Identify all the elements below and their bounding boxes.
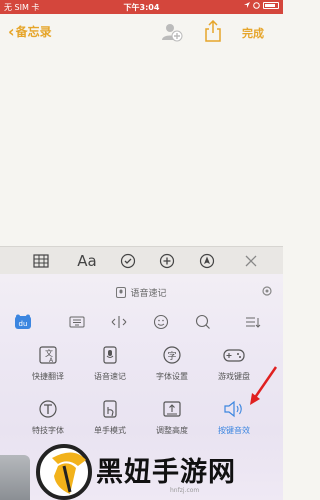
grid-label: 语音速记 [94, 372, 126, 381]
one-hand-icon [99, 398, 121, 420]
svg-text:字: 字 [167, 350, 176, 362]
back-label: 备忘录 [15, 25, 52, 39]
du-logo-icon[interactable]: du [14, 313, 32, 331]
chevron-left-icon: ‹ [8, 21, 15, 41]
voice-note-icon [99, 344, 121, 366]
collapse-icon[interactable] [244, 313, 262, 331]
keyboard-toolbar: du [0, 310, 283, 334]
voice-note-label: 语音速记 [130, 288, 167, 299]
location-icon [244, 2, 250, 8]
search-icon[interactable] [194, 313, 212, 331]
annotation-arrow [250, 366, 278, 405]
table-icon[interactable] [30, 251, 52, 271]
grid-label: 快捷翻译 [32, 372, 64, 381]
svg-text:du: du [19, 320, 28, 328]
grid-label: 调整高度 [156, 426, 188, 435]
text-format-icon[interactable]: Aa [74, 251, 100, 271]
translate-icon: 文A [37, 344, 59, 366]
nav-bar: ‹ 备忘录 完成 [0, 14, 283, 50]
grid-item-font-settings[interactable]: 字 字体设置 [142, 344, 202, 392]
battery-icon [263, 2, 279, 9]
grid-item-adjust-height[interactable]: 调整高度 [142, 398, 202, 446]
adjust-height-icon [161, 398, 183, 420]
grid-item-special-font[interactable]: 特技字体 [18, 398, 78, 446]
checklist-icon[interactable] [117, 251, 139, 271]
microphone-icon [116, 286, 127, 298]
status-right-icons [244, 2, 279, 9]
grid-label: 特技字体 [32, 426, 64, 435]
add-icon[interactable] [156, 251, 178, 271]
keyboard-icon[interactable] [68, 313, 86, 331]
close-icon[interactable] [240, 251, 262, 271]
key-sound-icon [223, 398, 245, 420]
app-thumbnail [0, 455, 30, 500]
grid-item-translate[interactable]: 文A 快捷翻译 [18, 344, 78, 392]
grid-label: 字体设置 [156, 372, 188, 381]
grid-item-voice-note[interactable]: 语音速记 [80, 344, 140, 392]
note-editor[interactable] [0, 50, 283, 246]
markup-icon[interactable] [196, 251, 218, 271]
brand-name: 黑妞手游网 [96, 457, 236, 488]
emoji-icon[interactable] [152, 313, 170, 331]
status-time: 下午3:04 [123, 3, 160, 12]
back-button[interactable]: ‹ 备忘录 [8, 23, 52, 40]
cursor-move-icon[interactable] [110, 313, 128, 331]
brand-url: hnfzj.com [170, 487, 200, 494]
grid-item-one-hand[interactable]: 单手模式 [80, 398, 140, 446]
gear-icon[interactable] [261, 285, 273, 297]
add-person-icon[interactable] [160, 20, 184, 44]
share-icon[interactable] [204, 20, 222, 42]
grid-label: 按键音效 [218, 426, 250, 435]
gamepad-icon [223, 344, 245, 366]
grid-label: 单手模式 [94, 426, 126, 435]
done-button[interactable]: 完成 [242, 25, 264, 41]
status-bar: 无 SIM 卡 下午3:04 [0, 0, 283, 14]
voice-note-row[interactable]: 语音速记 [0, 274, 283, 310]
format-toolbar: Aa [0, 246, 283, 274]
font-settings-icon: 字 [161, 344, 183, 366]
special-font-icon [37, 398, 59, 420]
brand-logo [36, 444, 92, 500]
alarm-icon [253, 2, 260, 9]
